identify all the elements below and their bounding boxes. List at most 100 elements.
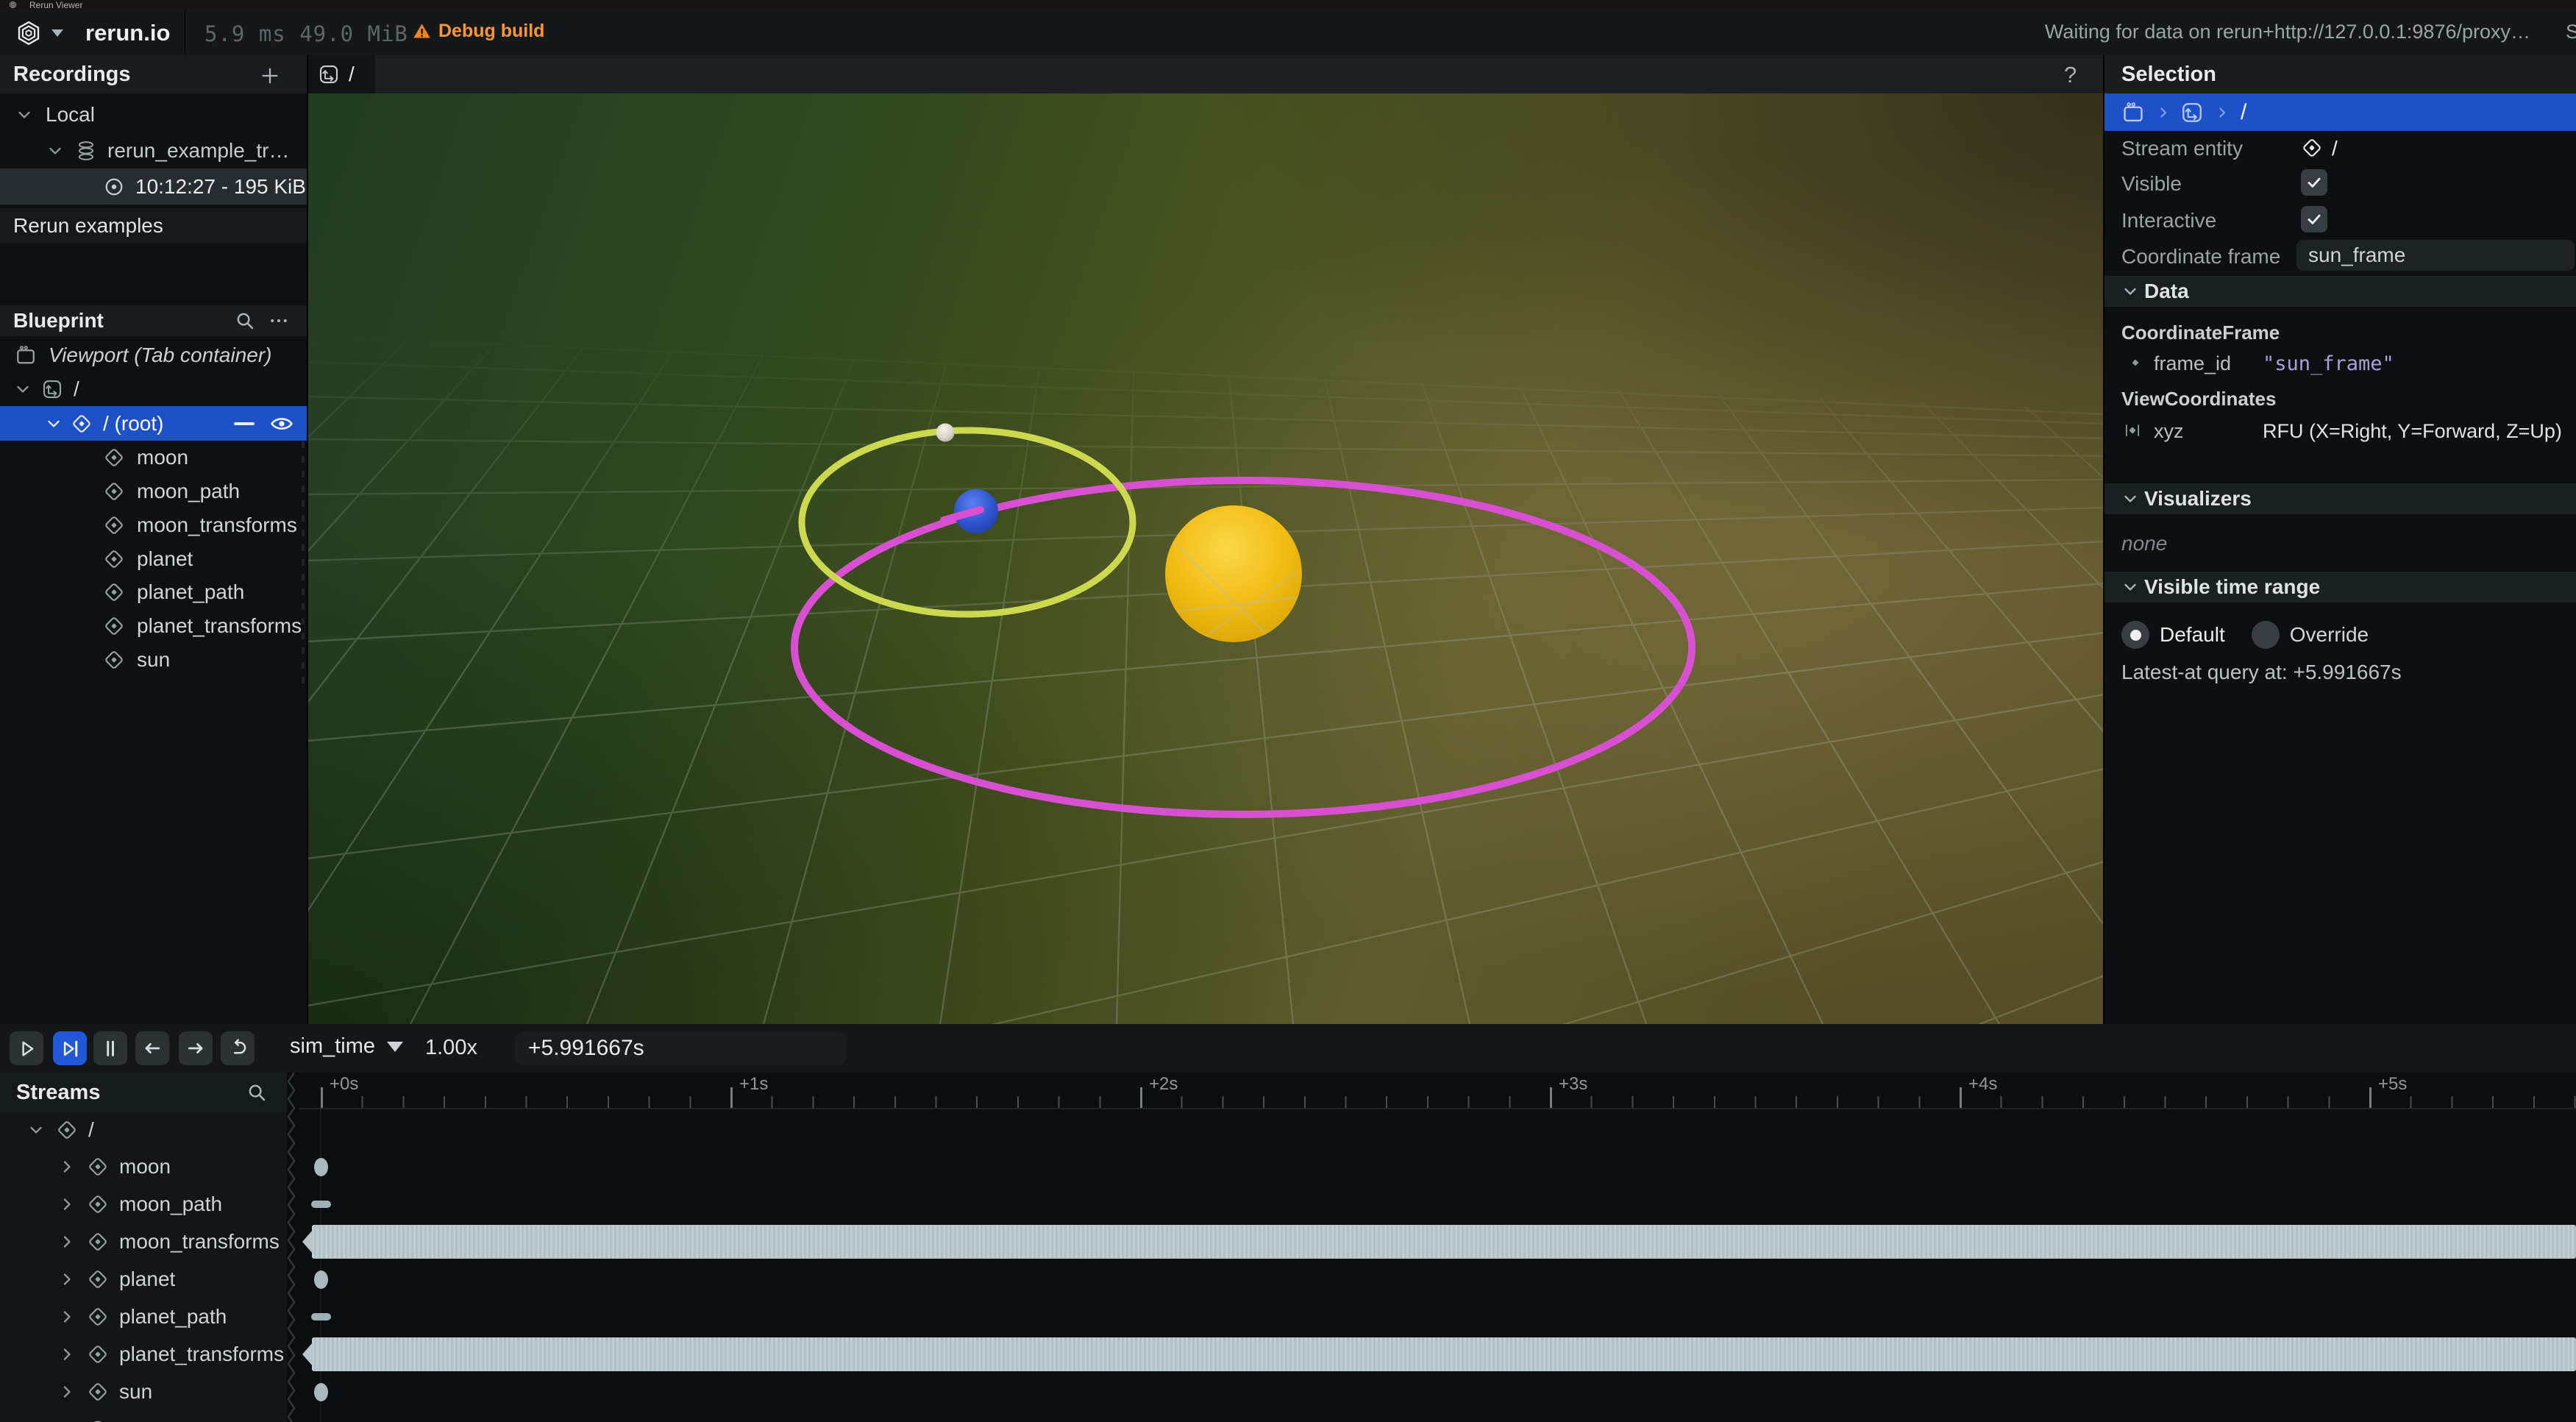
chevron-right-icon[interactable] [57, 1270, 77, 1289]
blueprint-scroll-indicator[interactable] [302, 441, 305, 692]
rerun-logo-icon[interactable] [15, 19, 43, 47]
blueprint-item-sun[interactable]: sun [0, 643, 307, 677]
frame-id-label[interactable]: frame_id [2154, 352, 2231, 375]
visible-time-range-header[interactable]: Visible time range [2104, 572, 2576, 602]
timeline-selector[interactable]: sim_time [290, 1034, 403, 1059]
logo-menu-caret-icon[interactable] [51, 29, 63, 37]
selection-panel-header: Selection [2104, 55, 2576, 93]
sun-sphere[interactable] [1165, 505, 1302, 642]
event-point-sun[interactable] [314, 1383, 328, 1401]
blueprint-item-moon-path[interactable]: moon_path [0, 474, 307, 508]
follow-icon [59, 1037, 81, 1059]
spatial-view-icon[interactable] [2180, 101, 2204, 124]
chevron-right-icon[interactable] [57, 1307, 77, 1326]
step-forward-button[interactable] [179, 1031, 213, 1065]
connection-status: Waiting for data on rerun+http://127.0.0… [2045, 21, 2530, 43]
visualizers-section-header[interactable]: Visualizers [2104, 483, 2576, 514]
step-back-button[interactable] [135, 1031, 169, 1065]
xyz-value[interactable]: RFU (X=Right, Y=Forward, Z=Up) [2263, 420, 2562, 443]
stream-row-planet[interactable]: planet [0, 1261, 287, 1298]
recordings-group-local[interactable]: Local [0, 96, 307, 132]
chevron-right-icon[interactable] [57, 1232, 77, 1251]
tab-spatial-view[interactable]: / [307, 55, 375, 93]
playback-speed[interactable]: 1.00x [425, 1036, 477, 1060]
stream-row-moon-path[interactable]: moon_path [0, 1186, 287, 1223]
radio-default-label[interactable]: Default [2160, 623, 2225, 647]
radio-override-label[interactable]: Override [2290, 623, 2369, 647]
spatial-3d-viewport[interactable] [307, 93, 2104, 1024]
blueprint-view-row[interactable]: / [0, 372, 307, 406]
stream-row-root[interactable]: / [0, 1112, 287, 1148]
stream-entity-value[interactable]: / [2332, 137, 2338, 160]
current-time-display[interactable]: +5.991667s [515, 1031, 847, 1065]
blueprint-container-row[interactable]: Viewport (Tab container) [0, 338, 307, 372]
stream-row-planet-path[interactable]: planet_path [0, 1298, 287, 1335]
stream-row-sun[interactable]: sun [0, 1373, 287, 1410]
streams-title: Streams [16, 1081, 100, 1105]
play-button[interactable] [10, 1031, 43, 1065]
blueprint-root-row-selected[interactable]: / (root) [0, 406, 307, 441]
visible-label: Visible [2121, 172, 2182, 196]
recording-item-selected[interactable]: 10:12:27 - 195 KiB [0, 168, 307, 205]
selection-breadcrumb[interactable]: / [2104, 93, 2576, 131]
remove-icon[interactable] [234, 422, 255, 425]
moon-sphere[interactable] [936, 424, 955, 442]
blueprint-item-moon[interactable]: moon [0, 441, 307, 474]
search-icon[interactable] [234, 310, 256, 332]
streams-panel-header: Streams [0, 1073, 287, 1112]
more-options-icon[interactable] [268, 310, 290, 332]
spatial-view-icon [318, 63, 340, 85]
search-icon[interactable] [246, 1081, 268, 1103]
timeline-resize-zigzag[interactable] [285, 1073, 299, 1422]
radio-override[interactable] [2252, 621, 2280, 649]
left-panel-border[interactable] [307, 55, 308, 1024]
debug-build-badge: Debug build [412, 21, 544, 42]
interactive-checkbox[interactable] [2301, 206, 2327, 232]
stream-row-moon-transforms[interactable]: moon_transforms [0, 1223, 287, 1260]
tab-container-icon[interactable] [2121, 101, 2145, 124]
chevron-down-icon[interactable] [15, 105, 34, 124]
xyz-label[interactable]: xyz [2154, 420, 2184, 443]
radio-default[interactable] [2121, 621, 2149, 649]
chevron-right-icon[interactable] [57, 1195, 77, 1214]
blueprint-item-planet-transforms[interactable]: planet_transforms [0, 609, 307, 643]
event-density-planet-transforms[interactable] [312, 1337, 2576, 1371]
follow-button[interactable] [53, 1031, 87, 1065]
stream-row-planet-transforms[interactable]: planet_transforms [0, 1336, 287, 1373]
blueprint-item-planet-path[interactable]: planet_path [0, 575, 307, 609]
visibility-eye-icon[interactable] [269, 411, 294, 436]
blueprint-item-planet[interactable]: planet [0, 542, 307, 576]
recording-dataset[interactable]: rerun_example_tr… [0, 132, 307, 168]
stream-row-partial[interactable] [0, 1411, 287, 1422]
chevron-right-icon[interactable] [57, 1382, 77, 1401]
visible-checkbox[interactable] [2301, 169, 2327, 196]
event-point-moon[interactable] [314, 1158, 328, 1176]
chevron-down-icon[interactable] [13, 380, 32, 399]
event-density-moon-transforms[interactable] [312, 1225, 2576, 1259]
event-point-moon-path[interactable] [311, 1201, 331, 1208]
event-point-planet[interactable] [314, 1270, 328, 1289]
entity-icon [103, 615, 125, 637]
chevron-down-icon [2121, 577, 2140, 597]
add-recording-button[interactable] [259, 65, 281, 87]
timeline-ruler[interactable]: +0s +1s +2s +3s +4s +5s [299, 1073, 2576, 1109]
chevron-right-icon[interactable] [57, 1157, 77, 1176]
rerun-examples-header[interactable]: Rerun examples [0, 208, 307, 243]
chevron-down-icon[interactable] [46, 141, 65, 160]
breadcrumb-leaf[interactable]: / [2241, 100, 2246, 125]
checkbox-check-icon [2305, 173, 2324, 192]
entity-icon [87, 1193, 109, 1215]
help-button[interactable]: ? [2064, 62, 2077, 88]
pause-button[interactable] [93, 1031, 127, 1065]
blueprint-item-moon-transforms[interactable]: moon_transforms [0, 508, 307, 542]
brand-name[interactable]: rerun.io [85, 20, 170, 46]
stream-row-moon[interactable]: moon [0, 1148, 287, 1185]
chevron-down-icon[interactable] [26, 1120, 46, 1140]
frame-id-value[interactable]: "sun_frame" [2263, 352, 2394, 375]
data-section-header[interactable]: Data [2104, 276, 2576, 307]
coordinate-frame-input[interactable]: sun_frame [2296, 240, 2575, 271]
chevron-down-icon[interactable] [44, 414, 63, 433]
loop-button[interactable] [221, 1031, 255, 1065]
event-point-planet-path[interactable] [311, 1313, 331, 1320]
chevron-right-icon[interactable] [57, 1345, 77, 1364]
